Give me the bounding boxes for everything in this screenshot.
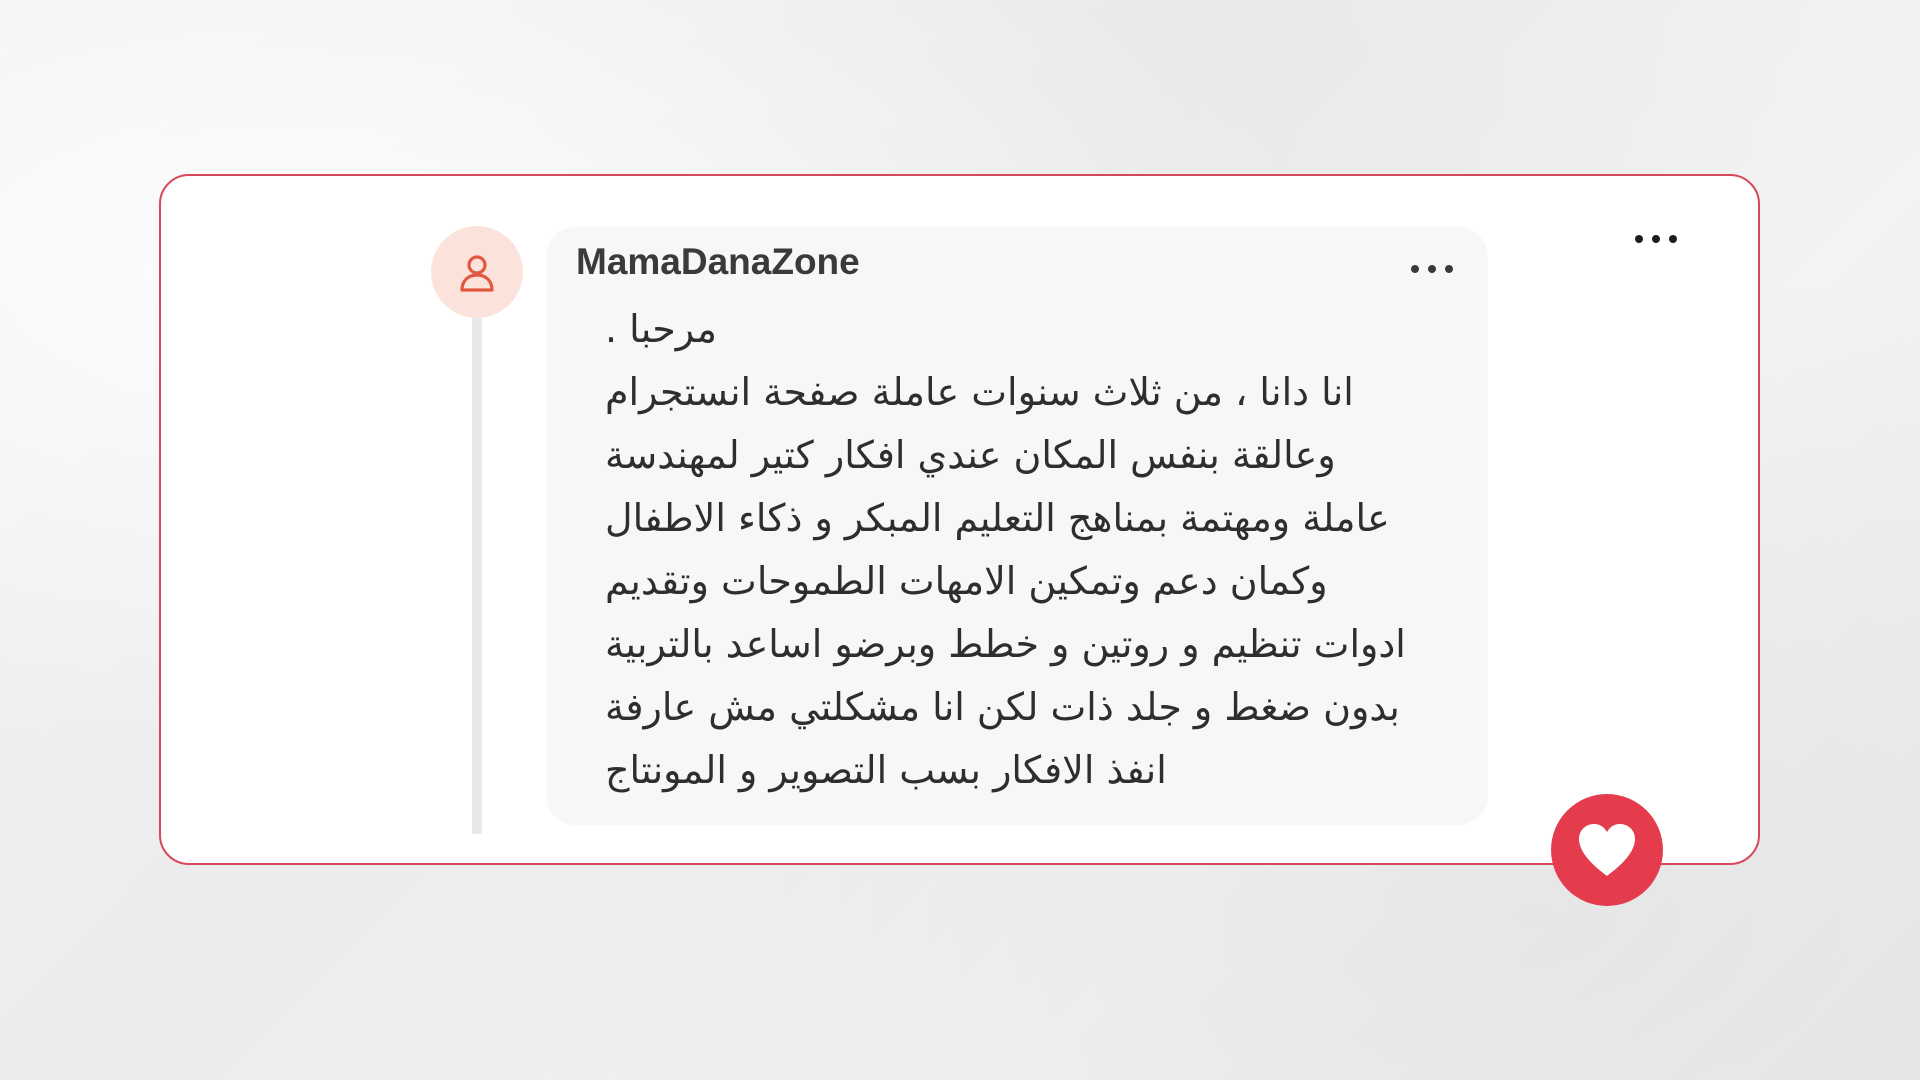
comment-username[interactable]: MamaDanaZone: [576, 238, 860, 286]
message-line: عاملة ومهتمة بمناهج التعليم المبكر و ذكا…: [605, 487, 1465, 550]
more-options-dot: [1428, 265, 1436, 273]
message-line: انا دانا ، من ثلاث سنوات عاملة صفحة انست…: [605, 361, 1465, 424]
more-options-dot: [1635, 235, 1643, 243]
message-line-text: مرحبا .: [605, 307, 718, 351]
message-line-text: عاملة ومهتمة بمناهج التعليم المبكر و ذكا…: [605, 496, 1390, 540]
heart-icon: [1579, 824, 1635, 876]
message-line-text: انا دانا ، من ثلاث سنوات عاملة صفحة انست…: [605, 370, 1354, 414]
message-line-text: ادوات تنظيم و روتين و خطط وبرضو اساعد با…: [605, 622, 1406, 666]
message-line: وكمان دعم وتمكين الامهات الطموحات وتقديم: [605, 550, 1465, 613]
message-line-text: انفذ الافكار بسب التصوير و المونتاج: [605, 748, 1167, 792]
card-more-options-button[interactable]: [1635, 224, 1677, 254]
more-options-dot: [1669, 235, 1677, 243]
thread-line: [472, 318, 482, 834]
more-options-dot: [1652, 235, 1660, 243]
comment-message: مرحبا . انا دانا ، من ثلاث سنوات عاملة ص…: [585, 298, 1465, 802]
message-line: انفذ الافكار بسب التصوير و المونتاج: [605, 739, 1465, 802]
more-options-dot: [1445, 265, 1453, 273]
message-line: مرحبا .: [605, 298, 1465, 361]
avatar[interactable]: [431, 226, 523, 318]
message-line-text: بدون ضغط و جلد ذات لكن انا مشكلتي مش عار…: [605, 685, 1400, 729]
message-line-text: وكمان دعم وتمكين الامهات الطموحات وتقديم: [605, 559, 1328, 603]
message-line: بدون ضغط و جلد ذات لكن انا مشكلتي مش عار…: [605, 676, 1465, 739]
like-button[interactable]: [1551, 794, 1663, 906]
more-options-dot: [1411, 265, 1419, 273]
message-line: ادوات تنظيم و روتين و خطط وبرضو اساعد با…: [605, 613, 1465, 676]
message-line-text: وعالقة بنفس المكان عندي افكار كتير لمهند…: [605, 433, 1336, 477]
user-icon: [460, 255, 494, 292]
comment-more-options-button[interactable]: [1411, 254, 1453, 284]
message-line: وعالقة بنفس المكان عندي افكار كتير لمهند…: [605, 424, 1465, 487]
